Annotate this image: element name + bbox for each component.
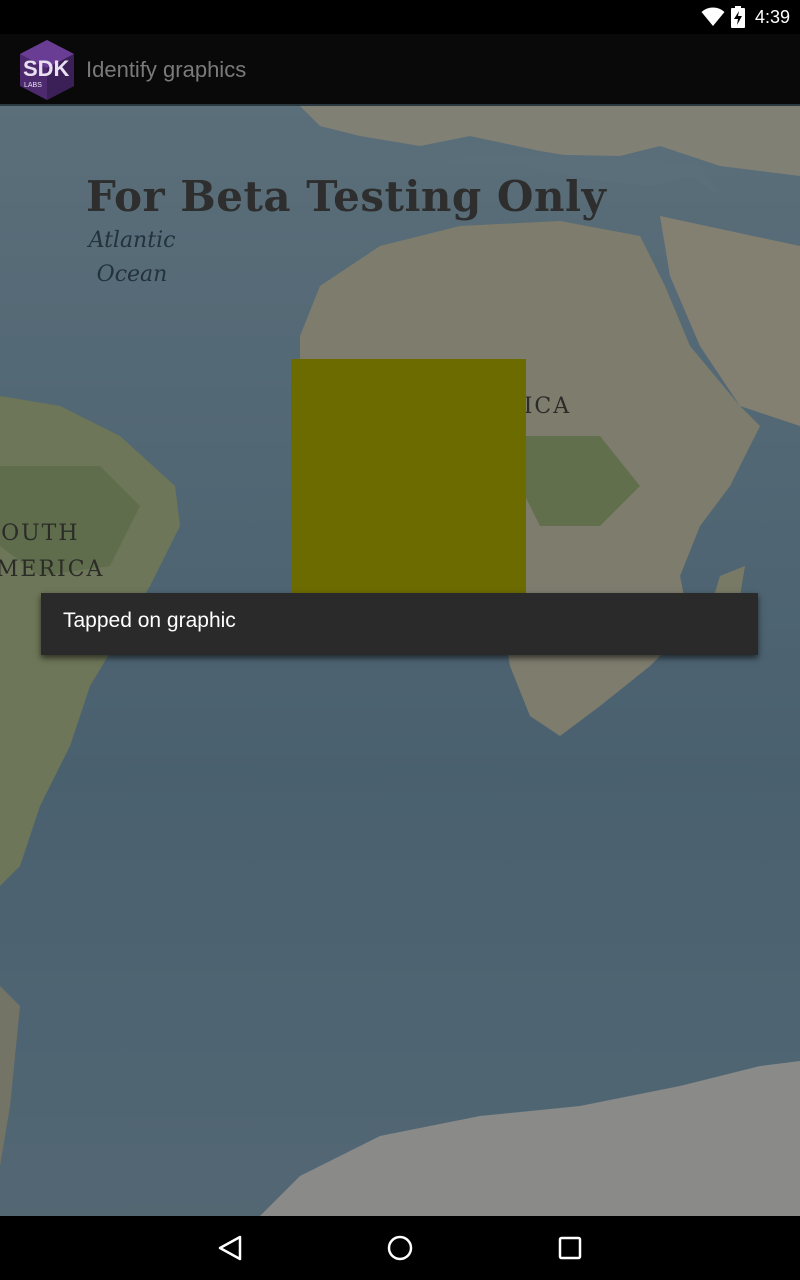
status-time: 4:39 xyxy=(754,6,790,27)
dim-overlay xyxy=(0,106,800,1216)
status-bar: 4:39 xyxy=(0,0,800,34)
app-logo[interactable]: SDK LABS xyxy=(18,38,76,102)
back-icon[interactable] xyxy=(214,1232,246,1264)
navigation-bar xyxy=(0,1216,800,1280)
action-bar: SDK LABS Identify graphics xyxy=(0,34,800,106)
logo-text: SDK xyxy=(23,56,70,81)
status-icons: 4:39 xyxy=(701,5,790,29)
map-view[interactable]: Atlantic Ocean AFRICA SOUTH AMERICA For … xyxy=(0,106,800,1216)
recents-icon[interactable] xyxy=(554,1232,586,1264)
home-icon[interactable] xyxy=(384,1232,416,1264)
app-title: Identify graphics xyxy=(86,57,247,82)
toast-message: Tapped on graphic xyxy=(41,593,758,655)
toast-text: Tapped on graphic xyxy=(63,609,236,632)
logo-subtext: LABS xyxy=(24,82,42,89)
square-graphic[interactable] xyxy=(291,359,526,594)
wifi-icon xyxy=(701,7,725,26)
battery-charging-icon xyxy=(730,6,745,28)
